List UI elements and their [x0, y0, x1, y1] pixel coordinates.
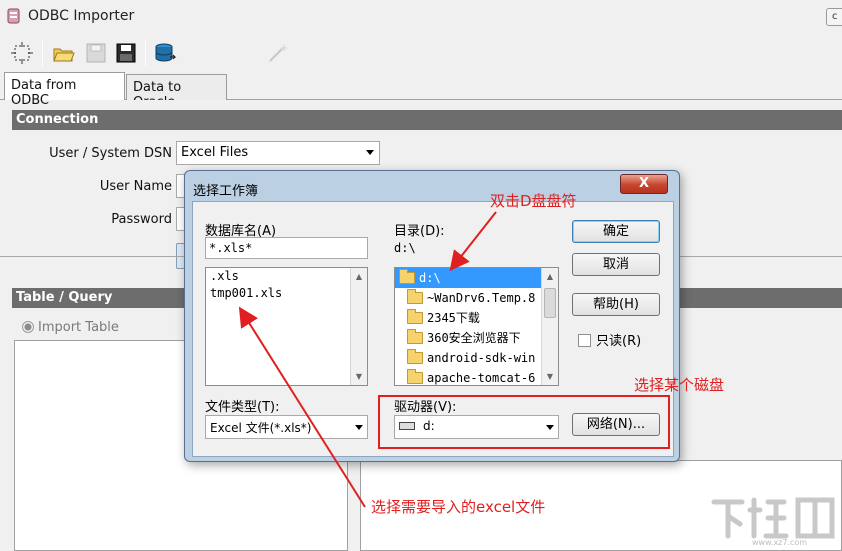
password-label: Password [111, 212, 172, 227]
scroll-thumb[interactable] [544, 288, 556, 318]
directory-item-label: android-sdk-win [427, 351, 536, 365]
dialog-close-button[interactable]: X [620, 174, 668, 194]
annotation-double-click-drive: 双击D盘盘符 [490, 192, 577, 210]
checkbox-icon [578, 334, 591, 347]
directory-label: 目录(D): [394, 224, 445, 239]
scroll-down-icon[interactable]: ▼ [351, 368, 367, 385]
scroll-up-icon[interactable]: ▲ [351, 268, 367, 285]
save-icon[interactable] [114, 41, 138, 65]
db-name-input[interactable]: *.xls* [205, 237, 368, 259]
import-table-label: Import Table [38, 320, 119, 335]
dialog-title: 选择工作簿 [193, 184, 259, 199]
annotation-select-disk: 选择某个磁盘 [634, 376, 725, 394]
open-folder-icon [399, 269, 415, 284]
folder-icon [407, 349, 423, 364]
connection-section-header: Connection [12, 110, 842, 130]
ok-button[interactable]: 确定 [572, 220, 660, 243]
directory-item-label: 360安全浏览器下 [427, 331, 521, 345]
tab-data-from-odbc[interactable]: Data from ODBC [4, 72, 125, 108]
toolbar [0, 34, 842, 72]
dsn-label: User / System DSN [49, 146, 172, 161]
folder-icon [407, 289, 423, 304]
file-type-select[interactable]: Excel 文件(*.xls*) [205, 415, 368, 439]
new-icon[interactable] [10, 41, 34, 65]
readonly-label: 只读(R) [596, 334, 642, 349]
directory-item-label: d:\ [419, 271, 441, 285]
directory-item[interactable]: android-sdk-win [395, 348, 558, 368]
file-item[interactable]: tmp001.xls [206, 285, 367, 302]
directory-item[interactable]: ~WanDrv6.Temp.8 [395, 288, 558, 308]
database-icon[interactable] [153, 41, 177, 65]
directory-item-label: apache-tomcat-6 [427, 371, 536, 385]
cancel-button[interactable]: 取消 [572, 253, 660, 276]
directory-listbox[interactable]: d:\ ~WanDrv6.Temp.8 2345下载 360安全浏览器下 android… [394, 267, 559, 386]
watermark-text: www.xz7.com [752, 538, 808, 547]
directory-item-label: 2345下载 [427, 311, 480, 325]
file-scrollbar[interactable]: ▲ ▼ [350, 268, 367, 385]
directory-item[interactable]: 360安全浏览器下 [395, 328, 558, 348]
radio-icon [22, 321, 34, 333]
directory-rows: d:\ ~WanDrv6.Temp.8 2345下载 360安全浏览器下 android… [395, 268, 558, 385]
directory-scrollbar[interactable]: ▲ ▼ [541, 268, 558, 385]
window-title: ODBC Importer [28, 8, 135, 24]
save-disabled-icon [86, 43, 106, 63]
user-name-label: User Name [99, 179, 172, 194]
wand-icon [269, 44, 288, 62]
file-type-label: 文件类型(T): [205, 400, 280, 415]
odbc-importer-app-icon [7, 8, 20, 24]
directory-item[interactable]: 2345下载 [395, 308, 558, 328]
window-control-button[interactable]: c [826, 8, 842, 26]
directory-item[interactable]: d:\ [395, 268, 558, 288]
directory-item-label: ~WanDrv6.Temp.8 [427, 291, 536, 305]
folder-icon [407, 369, 423, 384]
chevron-down-icon [366, 150, 374, 155]
file-listbox[interactable]: .xls tmp001.xls ▲ ▼ [205, 267, 368, 386]
import-table-radio[interactable]: Import Table [22, 320, 119, 335]
tab-data-to-oracle[interactable]: Data to Oracle [126, 74, 227, 110]
annotation-select-excel: 选择需要导入的excel文件 [371, 498, 546, 516]
scroll-down-icon[interactable]: ▼ [542, 368, 558, 385]
chevron-down-icon [355, 425, 363, 430]
scroll-up-icon[interactable]: ▲ [542, 268, 558, 285]
open-folder-icon[interactable] [52, 41, 76, 65]
readonly-checkbox[interactable]: 只读(R) [578, 330, 641, 349]
file-type-value: Excel 文件(*.xls*) [210, 421, 312, 435]
tab-strip: Data from ODBC Data to Oracle [0, 72, 842, 110]
file-item[interactable]: .xls [206, 268, 367, 285]
dsn-value: Excel Files [181, 145, 249, 160]
help-button[interactable]: 帮助(H) [572, 293, 660, 316]
title-bar: ODBC Importer c [0, 0, 842, 34]
dsn-select[interactable]: Excel Files [176, 141, 380, 165]
directory-item[interactable]: apache-tomcat-6 [395, 368, 558, 385]
drive-highlight-box [378, 395, 670, 449]
folder-icon [407, 309, 423, 324]
folder-icon [407, 329, 423, 344]
current-directory: d:\ [394, 241, 416, 255]
